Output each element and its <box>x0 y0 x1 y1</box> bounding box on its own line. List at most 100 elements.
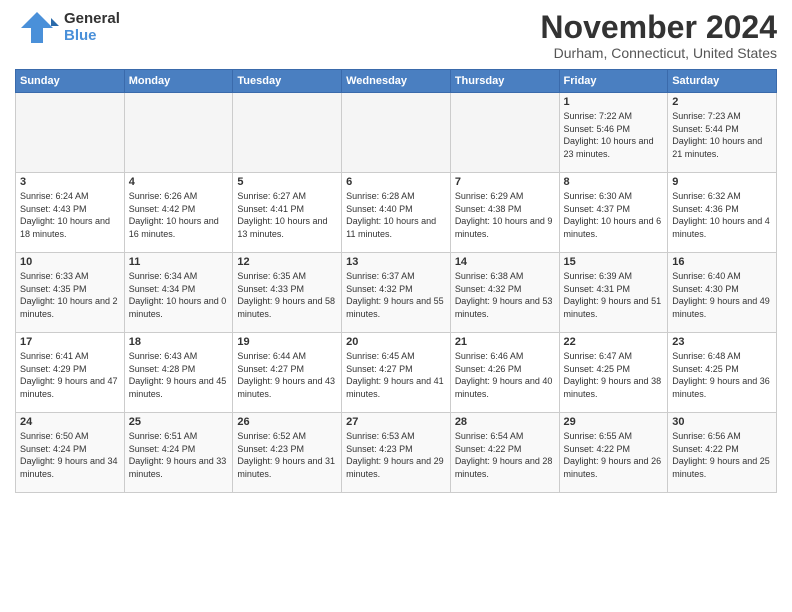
calendar-cell: 7 Sunrise: 6:29 AM Sunset: 4:38 PM Daylig… <box>450 173 559 253</box>
calendar-cell: 9 Sunrise: 6:32 AM Sunset: 4:36 PM Daylig… <box>668 173 777 253</box>
day-info: Sunrise: 6:38 AM Sunset: 4:32 PM Dayligh… <box>455 270 555 320</box>
logo-blue: Blue <box>64 28 120 45</box>
calendar-cell: 3Sunrise: 6:24 AM Sunset: 4:43 PM Daylig… <box>16 173 125 253</box>
day-number: 22 <box>564 336 664 348</box>
day-number: 2 <box>672 96 772 108</box>
day-info: Sunrise: 6:52 AM Sunset: 4:23 PM Dayligh… <box>237 430 337 480</box>
day-info: Sunrise: 6:34 AM Sunset: 4:34 PM Dayligh… <box>129 270 229 320</box>
calendar-cell: 14 Sunrise: 6:38 AM Sunset: 4:32 PM Dayli… <box>450 253 559 333</box>
calendar-cell: 28Sunrise: 6:54 AM Sunset: 4:22 PM Dayli… <box>450 413 559 493</box>
calendar-cell <box>233 93 342 173</box>
calendar-week-1: 1 Sunrise: 7:22 AM Sunset: 5:46 PM Daylig… <box>16 93 777 173</box>
calendar-cell: 12 Sunrise: 6:35 AM Sunset: 4:33 PM Dayli… <box>233 253 342 333</box>
day-number: 9 <box>672 176 772 188</box>
calendar-cell: 26 Sunrise: 6:52 AM Sunset: 4:23 PM Dayli… <box>233 413 342 493</box>
calendar-cell: 20 Sunrise: 6:45 AM Sunset: 4:27 PM Dayli… <box>342 333 451 413</box>
day-number: 29 <box>564 416 664 428</box>
col-sunday: Sunday <box>16 70 125 93</box>
calendar-cell: 1 Sunrise: 7:22 AM Sunset: 5:46 PM Daylig… <box>559 93 668 173</box>
day-info: Sunrise: 7:22 AM Sunset: 5:46 PM Dayligh… <box>564 110 664 160</box>
calendar-cell: 17 Sunrise: 6:41 AM Sunset: 4:29 PM Dayli… <box>16 333 125 413</box>
calendar-cell: 13 Sunrise: 6:37 AM Sunset: 4:32 PM Dayli… <box>342 253 451 333</box>
day-info: Sunrise: 6:37 AM Sunset: 4:32 PM Dayligh… <box>346 270 446 320</box>
day-number: 6 <box>346 176 446 188</box>
day-info: Sunrise: 6:53 AM Sunset: 4:23 PM Dayligh… <box>346 430 446 480</box>
day-number: 21 <box>455 336 555 348</box>
day-number: 10 <box>20 256 120 268</box>
day-info: Sunrise: 6:46 AM Sunset: 4:26 PM Dayligh… <box>455 350 555 400</box>
day-info: Sunrise: 6:29 AM Sunset: 4:38 PM Dayligh… <box>455 190 555 240</box>
day-number: 12 <box>237 256 337 268</box>
day-info: Sunrise: 6:30 AM Sunset: 4:37 PM Dayligh… <box>564 190 664 240</box>
location: Durham, Connecticut, United States <box>540 45 777 61</box>
calendar-cell: 8 Sunrise: 6:30 AM Sunset: 4:37 PM Daylig… <box>559 173 668 253</box>
calendar-cell: 6 Sunrise: 6:28 AM Sunset: 4:40 PM Daylig… <box>342 173 451 253</box>
calendar-header-row: Sunday Monday Tuesday Wednesday Thursday… <box>16 70 777 93</box>
calendar-cell <box>16 93 125 173</box>
day-number: 24 <box>20 416 120 428</box>
calendar-table: Sunday Monday Tuesday Wednesday Thursday… <box>15 69 777 493</box>
day-number: 14 <box>455 256 555 268</box>
calendar-cell: 21 Sunrise: 6:46 AM Sunset: 4:26 PM Dayli… <box>450 333 559 413</box>
calendar-cell: 11 Sunrise: 6:34 AM Sunset: 4:34 PM Dayli… <box>124 253 233 333</box>
col-friday: Friday <box>559 70 668 93</box>
calendar-cell <box>342 93 451 173</box>
calendar-cell: 25 Sunrise: 6:51 AM Sunset: 4:24 PM Dayli… <box>124 413 233 493</box>
day-number: 8 <box>564 176 664 188</box>
day-number: 27 <box>346 416 446 428</box>
calendar-cell: 4Sunrise: 6:26 AM Sunset: 4:42 PM Daylig… <box>124 173 233 253</box>
col-wednesday: Wednesday <box>342 70 451 93</box>
day-info: Sunrise: 6:40 AM Sunset: 4:30 PM Dayligh… <box>672 270 772 320</box>
calendar-cell: 10 Sunrise: 6:33 AM Sunset: 4:35 PM Dayli… <box>16 253 125 333</box>
col-monday: Monday <box>124 70 233 93</box>
calendar-cell: 5Sunrise: 6:27 AM Sunset: 4:41 PM Daylig… <box>233 173 342 253</box>
day-info: Sunrise: 6:33 AM Sunset: 4:35 PM Dayligh… <box>20 270 120 320</box>
header: General Blue November 2024 Durham, Conne… <box>15 10 777 61</box>
day-info: Sunrise: 6:24 AM Sunset: 4:43 PM Dayligh… <box>20 190 120 240</box>
day-info: Sunrise: 6:41 AM Sunset: 4:29 PM Dayligh… <box>20 350 120 400</box>
logo-general: General <box>64 11 120 28</box>
day-number: 19 <box>237 336 337 348</box>
day-number: 11 <box>129 256 229 268</box>
day-number: 1 <box>564 96 664 108</box>
day-info: Sunrise: 6:48 AM Sunset: 4:25 PM Dayligh… <box>672 350 772 400</box>
calendar-week-3: 10 Sunrise: 6:33 AM Sunset: 4:35 PM Dayli… <box>16 253 777 333</box>
day-info: Sunrise: 6:55 AM Sunset: 4:22 PM Dayligh… <box>564 430 664 480</box>
calendar-week-2: 3Sunrise: 6:24 AM Sunset: 4:43 PM Daylig… <box>16 173 777 253</box>
calendar-cell: 16 Sunrise: 6:40 AM Sunset: 4:30 PM Dayli… <box>668 253 777 333</box>
day-number: 26 <box>237 416 337 428</box>
day-info: Sunrise: 6:45 AM Sunset: 4:27 PM Dayligh… <box>346 350 446 400</box>
day-info: Sunrise: 6:28 AM Sunset: 4:40 PM Dayligh… <box>346 190 446 240</box>
day-number: 23 <box>672 336 772 348</box>
day-number: 17 <box>20 336 120 348</box>
col-tuesday: Tuesday <box>233 70 342 93</box>
day-info: Sunrise: 6:47 AM Sunset: 4:25 PM Dayligh… <box>564 350 664 400</box>
day-info: Sunrise: 6:32 AM Sunset: 4:36 PM Dayligh… <box>672 190 772 240</box>
day-info: Sunrise: 6:50 AM Sunset: 4:24 PM Dayligh… <box>20 430 120 480</box>
day-number: 16 <box>672 256 772 268</box>
day-number: 13 <box>346 256 446 268</box>
day-number: 15 <box>564 256 664 268</box>
day-number: 25 <box>129 416 229 428</box>
calendar-cell: 24 Sunrise: 6:50 AM Sunset: 4:24 PM Dayli… <box>16 413 125 493</box>
calendar-cell: 30Sunrise: 6:56 AM Sunset: 4:22 PM Dayli… <box>668 413 777 493</box>
page: General Blue November 2024 Durham, Conne… <box>0 0 792 612</box>
day-info: Sunrise: 6:27 AM Sunset: 4:41 PM Dayligh… <box>237 190 337 240</box>
day-info: Sunrise: 6:54 AM Sunset: 4:22 PM Dayligh… <box>455 430 555 480</box>
logo: General Blue <box>15 10 120 45</box>
day-info: Sunrise: 7:23 AM Sunset: 5:44 PM Dayligh… <box>672 110 772 160</box>
day-number: 7 <box>455 176 555 188</box>
day-info: Sunrise: 6:26 AM Sunset: 4:42 PM Dayligh… <box>129 190 229 240</box>
day-number: 20 <box>346 336 446 348</box>
day-info: Sunrise: 6:39 AM Sunset: 4:31 PM Dayligh… <box>564 270 664 320</box>
day-info: Sunrise: 6:51 AM Sunset: 4:24 PM Dayligh… <box>129 430 229 480</box>
calendar-cell <box>450 93 559 173</box>
logo-icon <box>15 10 60 45</box>
col-thursday: Thursday <box>450 70 559 93</box>
col-saturday: Saturday <box>668 70 777 93</box>
month-title: November 2024 <box>540 10 777 45</box>
calendar-week-4: 17 Sunrise: 6:41 AM Sunset: 4:29 PM Dayli… <box>16 333 777 413</box>
calendar-cell: 2 Sunrise: 7:23 AM Sunset: 5:44 PM Daylig… <box>668 93 777 173</box>
calendar-cell: 27 Sunrise: 6:53 AM Sunset: 4:23 PM Dayli… <box>342 413 451 493</box>
day-info: Sunrise: 6:35 AM Sunset: 4:33 PM Dayligh… <box>237 270 337 320</box>
